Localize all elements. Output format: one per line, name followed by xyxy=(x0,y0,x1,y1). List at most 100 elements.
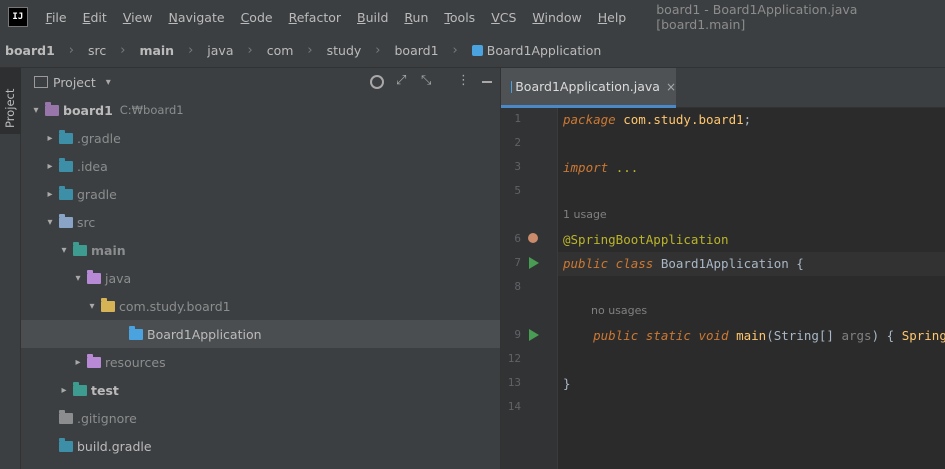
breadcrumb-separator-icon: › xyxy=(307,43,313,58)
run-gutter-icon[interactable] xyxy=(529,257,539,269)
breadcrumb-separator-icon: › xyxy=(375,43,381,58)
tree-item[interactable]: ▸ test xyxy=(21,376,500,404)
line-number: 8 xyxy=(514,280,521,293)
chevron-down-icon[interactable]: ▾ xyxy=(43,217,57,228)
code-line: public class Board1Application { xyxy=(563,256,804,271)
folder-icon xyxy=(101,297,115,312)
editor-tabs: Board1Application.java × xyxy=(501,68,945,108)
chevron-down-icon[interactable]: ▾ xyxy=(85,301,99,312)
line-number: 9 xyxy=(514,328,521,341)
chevron-right-icon[interactable]: ▸ xyxy=(71,357,85,368)
folder-icon xyxy=(59,157,73,172)
menu-navigate[interactable]: Navigate xyxy=(160,10,232,25)
breadcrumb-item[interactable]: Board1Application xyxy=(471,43,601,58)
close-icon[interactable]: × xyxy=(666,80,676,94)
tree-item[interactable]: .gitignore xyxy=(21,404,500,432)
menu-build[interactable]: Build xyxy=(349,10,396,25)
line-number: 6 xyxy=(514,232,521,245)
breadcrumb-separator-icon: › xyxy=(120,43,126,58)
line-number: 1 xyxy=(514,112,521,125)
run-gutter-icon[interactable] xyxy=(529,329,539,341)
tree-item[interactable]: ▸ .gradle xyxy=(21,124,500,152)
tree-item[interactable]: ▾ java xyxy=(21,264,500,292)
breadcrumb-separator-icon: › xyxy=(188,43,194,58)
tree-item-label: Board1Application xyxy=(147,326,262,342)
menu-code[interactable]: Code xyxy=(233,10,281,25)
tree-item[interactable]: build.gradle xyxy=(21,432,500,460)
menu-file[interactable]: File xyxy=(38,10,75,25)
line-number: 7 xyxy=(514,256,521,269)
breadcrumb-item[interactable]: com xyxy=(267,43,294,58)
menu-edit[interactable]: Edit xyxy=(75,10,115,25)
tree-item[interactable]: Board1Application xyxy=(21,320,500,348)
breadcrumb: board1 › src › main › java › com › study › board1 › Bo… xyxy=(0,34,945,68)
tree-item[interactable]: ▾ com.study.board1 xyxy=(21,292,500,320)
chevron-right-icon[interactable]: ▸ xyxy=(57,385,71,396)
breadcrumb-item[interactable]: java xyxy=(207,43,233,58)
tree-item[interactable]: ▸ gradle xyxy=(21,180,500,208)
breadcrumb-item[interactable]: main xyxy=(139,43,174,58)
menu-view[interactable]: View xyxy=(115,10,161,25)
menu-help[interactable]: Help xyxy=(590,10,635,25)
folder-icon xyxy=(87,269,101,284)
menu-run[interactable]: Run xyxy=(396,10,436,25)
project-tool-tab[interactable]: Project xyxy=(0,68,21,134)
window-title: board1 - Board1Application.java [board1.… xyxy=(656,2,858,32)
folder-icon xyxy=(87,353,101,368)
code-line: public static void main(String[] args) {… xyxy=(563,328,945,343)
breadcrumb-item[interactable]: study xyxy=(327,43,362,58)
left-tool-strip: Project xyxy=(0,68,21,469)
project-panel-title[interactable]: Project xyxy=(53,75,96,90)
breadcrumb-item[interactable]: board1 xyxy=(5,43,55,58)
tree-item-label: gradle xyxy=(77,186,117,202)
tree-item[interactable]: ▾ board1 C:₩board1 xyxy=(21,96,500,124)
breadcrumb-item[interactable]: board1 xyxy=(394,43,438,58)
editor-gutter: 1 2 3 5 6 7 8 9 12 13 14 xyxy=(501,108,558,469)
folder-icon xyxy=(129,325,143,340)
tree-item-label: test xyxy=(91,382,119,398)
tree-item[interactable]: ▸ resources xyxy=(21,348,500,376)
tree-item-path: C:₩board1 xyxy=(119,103,184,117)
editor-tab-board1application[interactable]: Board1Application.java × xyxy=(501,68,676,108)
breadcrumb-item[interactable]: src xyxy=(88,43,106,58)
tree-item-label: com.study.board1 xyxy=(119,298,231,314)
project-tool-tab-label: Project xyxy=(3,88,17,128)
menu-vcs[interactable]: VCS xyxy=(483,10,524,25)
tree-item[interactable]: ▸ .idea xyxy=(21,152,500,180)
line-number: 2 xyxy=(514,136,521,149)
chevron-down-icon[interactable]: ▾ xyxy=(29,105,43,116)
tree-item-label: main xyxy=(91,242,126,258)
options-menu-icon[interactable]: ⋮ xyxy=(457,73,470,88)
chevron-down-icon[interactable]: ▾ xyxy=(57,245,71,256)
locate-file-icon[interactable] xyxy=(370,75,384,89)
collapse-all-icon[interactable]: ⤡ xyxy=(421,73,431,88)
menu-tools[interactable]: Tools xyxy=(436,10,483,25)
chevron-down-icon[interactable]: ▾ xyxy=(106,77,111,88)
code-line: import ... xyxy=(563,160,639,175)
chevron-right-icon[interactable]: ▸ xyxy=(43,161,57,172)
project-view-icon xyxy=(34,76,48,88)
folder-icon xyxy=(59,409,73,424)
spring-bean-gutter-icon[interactable] xyxy=(528,233,538,243)
chevron-down-icon[interactable]: ▾ xyxy=(71,273,85,284)
hide-panel-icon[interactable] xyxy=(482,81,492,83)
tree-item[interactable]: ▾ main xyxy=(21,236,500,264)
chevron-right-icon[interactable]: ▸ xyxy=(43,189,57,200)
code-area[interactable]: package com.study.board1; import ... 1 us… xyxy=(558,108,945,469)
menu-bar: IJ File Edit View Navigate Code Refactor Build… xyxy=(0,0,945,34)
inlay-hint[interactable]: no usages xyxy=(591,304,647,317)
chevron-right-icon[interactable]: ▸ xyxy=(43,133,57,144)
code-editor: Board1Application.java × 1 2 3 5 6 7 8 9 12 13 14 … xyxy=(501,68,945,469)
folder-icon xyxy=(73,381,87,396)
tree-item[interactable]: ▾ src xyxy=(21,208,500,236)
inlay-hint[interactable]: 1 usage xyxy=(563,208,607,221)
expand-all-icon[interactable]: ⤢ xyxy=(396,73,406,88)
menu-refactor[interactable]: Refactor xyxy=(281,10,349,25)
menu-window[interactable]: Window xyxy=(524,10,589,25)
line-number: 13 xyxy=(507,376,521,389)
breadcrumb-separator-icon: › xyxy=(452,43,458,58)
intellij-logo-icon: IJ xyxy=(8,7,28,27)
line-number: 12 xyxy=(507,352,521,365)
folder-icon xyxy=(73,241,87,256)
folder-icon xyxy=(45,101,59,116)
